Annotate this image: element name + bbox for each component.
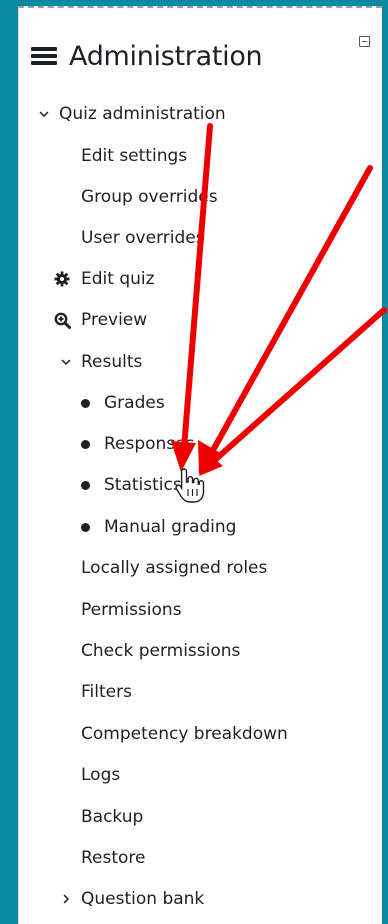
tree-item-label: Locally assigned roles [81, 558, 268, 578]
block-title: Administration [69, 40, 263, 72]
tree-item-grades[interactable]: Grades [81, 391, 165, 415]
gear-icon [53, 271, 71, 287]
tree-item-label: Statistics [104, 475, 182, 495]
tree-item-label: Filters [81, 682, 132, 702]
tree-item-label: Responses [104, 434, 195, 454]
tree-item-preview[interactable]: Preview [53, 308, 147, 332]
tree-item-question-bank[interactable]: Question bank [59, 887, 204, 911]
tree-item-label: Competency breakdown [81, 724, 288, 744]
tree-item-statistics[interactable]: Statistics [81, 473, 182, 497]
tree-item-label: Manual grading [104, 517, 237, 537]
tree-item-backup[interactable]: Backup [81, 805, 143, 829]
tree-item-logs[interactable]: Logs [81, 763, 120, 787]
tree-item-label: Question bank [81, 889, 205, 909]
bullet-icon [81, 398, 90, 408]
chevron-down-icon [37, 110, 51, 118]
collapse-icon[interactable] [359, 36, 370, 47]
tree-item-competency-breakdown[interactable]: Competency breakdown [81, 722, 288, 746]
tree-item-label: Preview [81, 310, 148, 330]
bullet-icon [81, 480, 90, 490]
tree-item-label: Edit settings [81, 146, 188, 166]
tree-item-label: Permissions [81, 600, 182, 620]
tree-item-results[interactable]: Results [59, 350, 142, 374]
tree-item-label: Check permissions [81, 641, 241, 661]
tree-item-label: Logs [81, 765, 121, 785]
tree-item-quiz-administration[interactable]: Quiz administration [37, 102, 226, 126]
tree-item-permissions[interactable]: Permissions [81, 598, 182, 622]
tree-item-edit-settings[interactable]: Edit settings [81, 144, 187, 168]
tree-item-label: Edit quiz [81, 269, 155, 289]
tree-item-manual-grading[interactable]: Manual grading [81, 515, 236, 539]
tree-item-label: Restore [81, 848, 146, 868]
tree-item-restore[interactable]: Restore [81, 846, 146, 870]
tree-item-user-overrides[interactable]: User overrides [81, 226, 205, 250]
tree-item-check-permissions[interactable]: Check permissions [81, 639, 240, 663]
block-header: Administration [31, 36, 263, 76]
chevron-right-icon [59, 894, 73, 904]
bullet-icon [81, 522, 90, 532]
tree-item-filters[interactable]: Filters [81, 680, 132, 704]
tree-item-label: Backup [81, 807, 144, 827]
tree-item-label: Group overrides [81, 187, 218, 207]
hand-cursor-icon [175, 468, 205, 503]
hamburger-icon[interactable] [31, 45, 59, 67]
tree-item-edit-quiz[interactable]: Edit quiz [53, 267, 155, 291]
chevron-down-icon [59, 358, 73, 366]
tree-item-responses[interactable]: Responses [81, 432, 195, 456]
tree-item-label: User overrides [81, 228, 205, 248]
sidebar-frame: Administration Quiz administration Edit … [0, 0, 388, 924]
tree-item-label: Results [81, 352, 143, 372]
bullet-icon [81, 439, 90, 449]
tree-item-label: Quiz administration [59, 104, 226, 124]
tree-item-locally-assigned-roles[interactable]: Locally assigned roles [81, 556, 267, 580]
tree-item-label: Grades [104, 393, 165, 413]
tree-item-group-overrides[interactable]: Group overrides [81, 185, 218, 209]
administration-block: Administration Quiz administration Edit … [18, 6, 382, 924]
zoom-in-icon [53, 312, 71, 329]
